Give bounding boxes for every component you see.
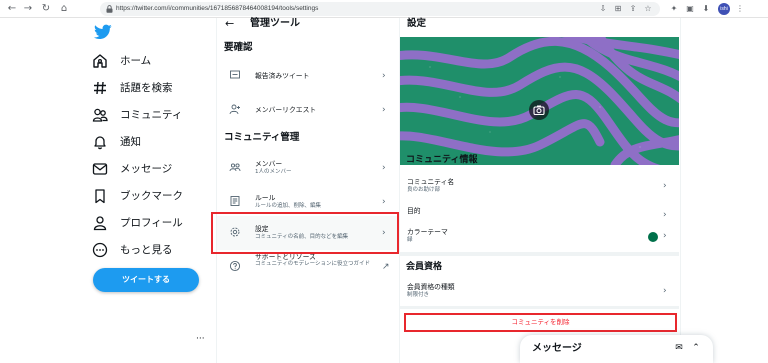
external-link-icon: ↗ — [382, 262, 390, 272]
chevron-right-icon: › — [663, 231, 667, 241]
left-navigation: ホーム 話題を検索 コミュニティ 通知 メッセージ ブックマーク プロフィール — [78, 18, 216, 363]
share-icon[interactable]: ⇪ — [627, 3, 639, 15]
sidebar-item-more[interactable]: もっと見る — [92, 239, 216, 263]
envelope-icon — [92, 163, 108, 175]
menu-item-sublabel: ルールの追加、削除、編集 — [255, 203, 322, 209]
new-message-icon[interactable]: ✉ — [673, 342, 685, 354]
menu-item-support[interactable]: サポートとリソース コミュニティのモデレーションに役立つガイド ↗ — [217, 250, 399, 284]
messages-drawer[interactable]: メッセージ ✉ ⌃ — [520, 335, 713, 363]
downloads-icon[interactable]: ⬇ — [700, 3, 712, 15]
sidebar-item-profile[interactable]: プロフィール — [92, 212, 216, 236]
back-icon[interactable]: ← — [6, 3, 18, 15]
help-circle-icon — [229, 260, 241, 272]
highlight-settings-menu — [211, 212, 399, 254]
reload-icon[interactable]: ↻ — [40, 3, 52, 15]
forward-icon[interactable]: → — [22, 3, 34, 15]
sidebar-item-label: 通知 — [120, 136, 141, 148]
chevron-right-icon: › — [382, 197, 386, 207]
chevron-right-icon: › — [382, 163, 386, 173]
sidebar-item-messages[interactable]: メッセージ — [92, 158, 216, 182]
menu-item-label: 報告済みツイート — [255, 72, 310, 80]
menu-item-sublabel: 1人のメンバー — [255, 169, 292, 175]
section-heading-review: 要確認 — [224, 42, 253, 53]
theme-color-swatch — [648, 232, 658, 242]
flag-report-icon — [230, 70, 240, 79]
menu-item-label: メンバーリクエスト — [255, 106, 317, 114]
section-heading-management: コミュニティ管理 — [224, 132, 300, 143]
sidebar-item-label: 話題を検索 — [120, 82, 173, 94]
tweet-button[interactable]: ツイートする — [93, 268, 199, 292]
setting-membership-type[interactable]: 会員資格の種類 制限付き › — [400, 283, 679, 303]
chevron-right-icon: › — [663, 286, 667, 296]
bell-icon — [94, 136, 106, 150]
change-photo-button[interactable] — [529, 100, 549, 120]
settings-panel: 設定 コミュニティ情報 コミュニティ名 良のお助け部 › 目的 › カラーテーマ… — [400, 18, 680, 363]
chevron-right-icon: › — [382, 71, 386, 81]
members-icon — [229, 163, 241, 172]
setting-value: 制限付き — [407, 292, 430, 298]
setting-label: カラーテーマ — [407, 228, 448, 236]
setting-community-name[interactable]: コミュニティ名 良のお助け部 › — [400, 178, 679, 198]
bookmark-star-icon[interactable]: ☆ — [642, 3, 654, 15]
menu-item-member-requests[interactable]: メンバーリクエスト › — [217, 93, 399, 127]
url-text: https://twitter.com/i/communities/167185… — [116, 5, 319, 12]
setting-color-theme[interactable]: カラーテーマ 緑 › — [400, 228, 679, 248]
menu-item-sublabel: コミュニティのモデレーションに役立つガイド — [255, 261, 371, 267]
section-separator — [400, 306, 679, 309]
sidebar-item-label: ホーム — [120, 55, 152, 67]
address-bar[interactable]: https://twitter.com/i/communities/167185… — [100, 2, 660, 16]
settings-title: 設定 — [407, 18, 427, 29]
kebab-menu-icon[interactable]: ⋮ — [734, 3, 746, 15]
chevron-right-icon: › — [663, 210, 667, 220]
page-title: 管理ツール — [250, 18, 300, 29]
account-more-icon[interactable]: ··· — [196, 334, 205, 344]
communities-icon — [92, 108, 108, 122]
lock-icon — [106, 5, 113, 13]
chevron-right-icon: › — [663, 181, 667, 191]
sidebar-item-label: ブックマーク — [120, 190, 183, 202]
chevron-up-icon[interactable]: ⌃ — [690, 342, 702, 354]
more-circle-icon — [92, 242, 108, 258]
sidebar-item-label: コミュニティ — [120, 109, 183, 121]
browser-toolbar: ← → ↻ ⌂ https://twitter.com/i/communitie… — [0, 0, 768, 18]
sidepanel-icon[interactable]: ▣ — [684, 3, 696, 15]
chevron-right-icon: › — [382, 105, 386, 115]
sidebar-item-communities[interactable]: コミュニティ — [92, 104, 216, 128]
profile-avatar[interactable]: ishi — [718, 3, 730, 15]
setting-value: 緑 — [407, 237, 413, 243]
messages-drawer-title: メッセージ — [532, 343, 582, 354]
sidebar-item-bookmarks[interactable]: ブックマーク — [92, 185, 216, 209]
menu-item-members[interactable]: メンバー 1人のメンバー › — [217, 151, 399, 185]
bookmark-icon — [95, 189, 105, 204]
person-icon — [93, 216, 107, 231]
setting-value: 良のお助け部 — [407, 187, 441, 193]
sidebar-item-explore[interactable]: 話題を検索 — [92, 77, 216, 101]
sidebar-item-label: メッセージ — [120, 163, 173, 175]
delete-community-button[interactable]: コミュニティを削除 — [404, 313, 677, 332]
extensions-icon[interactable]: ✦ — [668, 3, 680, 15]
section-heading-community-info: コミュニティ情報 — [406, 155, 478, 165]
home-icon[interactable]: ⌂ — [58, 3, 70, 15]
person-add-icon — [229, 104, 240, 115]
sidebar-item-notifications[interactable]: 通知 — [92, 131, 216, 155]
sidebar-item-home[interactable]: ホーム — [92, 50, 216, 74]
moderation-tools-panel: ← 管理ツール 要確認 報告済みツイート › メンバーリクエスト › コミュニテ… — [217, 17, 399, 363]
camera-icon — [533, 105, 545, 116]
menu-item-reported-tweets[interactable]: 報告済みツイート › — [217, 59, 399, 93]
translate-icon[interactable]: ⊞ — [612, 3, 624, 15]
twitter-bird-icon[interactable] — [94, 24, 112, 40]
community-banner[interactable] — [400, 37, 679, 165]
install-app-icon[interactable]: ⇩ — [597, 3, 609, 15]
column-divider — [680, 18, 681, 363]
setting-label: 目的 — [407, 207, 421, 215]
section-heading-membership: 会員資格 — [406, 262, 443, 272]
setting-purpose[interactable]: 目的 › — [400, 207, 679, 223]
back-arrow-icon[interactable]: ← — [225, 17, 234, 31]
home-icon — [93, 54, 107, 68]
rules-list-icon — [230, 196, 240, 206]
hashtag-icon — [94, 81, 106, 95]
sidebar-item-label: もっと見る — [120, 244, 173, 256]
sidebar-item-label: プロフィール — [120, 217, 183, 229]
section-separator — [400, 252, 679, 256]
